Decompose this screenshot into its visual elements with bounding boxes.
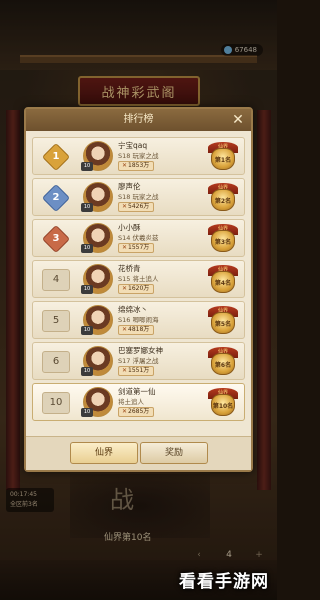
medal-rank: 第4名 [214, 280, 232, 287]
power-badge: ✕4818万 [118, 325, 155, 335]
rank-number: 3 [52, 233, 60, 244]
rank-medal: 仙界 第1名 [208, 142, 238, 172]
modal-title: 排行榜 [26, 109, 251, 131]
player-server: 将土追人 [118, 398, 144, 406]
swords-icon: ✕ [122, 244, 128, 251]
leaderboard-row[interactable]: 1 10 宁宝qaq S18 玩家之战 ✕1853万 仙界 第1名 [32, 137, 245, 175]
player-server: S18 玩家之战 [118, 193, 159, 201]
power-badge: ✕1551万 [118, 366, 155, 376]
leaderboard-modal: 排行榜 ✕ 1 10 宁宝qaq S18 玩家之战 ✕1853万 仙界 第1名 … [24, 107, 253, 472]
medal-rank: 第10名 [212, 403, 234, 410]
avatar-level: 10 [81, 244, 93, 253]
medal-rank: 第3名 [214, 239, 232, 246]
rank-medal: 仙界 第2名 [208, 183, 238, 213]
tab-reward[interactable]: 奖励 [140, 442, 208, 464]
power-value: 4818万 [128, 326, 150, 333]
power-value: 1853万 [128, 162, 150, 169]
modal-footer: 仙界 奖励 [26, 436, 251, 470]
leaderboard-row[interactable]: 5 10 绵绵冰丶 S16 唧唧闹海 ✕4818万 仙界 第5名 [32, 301, 245, 339]
rank-number: 10 [42, 392, 70, 414]
medal-rank: 第2名 [214, 198, 232, 205]
swords-icon: ✕ [122, 408, 128, 415]
swords-icon: ✕ [122, 285, 128, 292]
rank-number: 6 [42, 351, 70, 373]
medal-rank: 第1名 [214, 157, 232, 164]
power-value: 5426万 [128, 203, 150, 210]
power-badge: ✕1620万 [118, 284, 155, 294]
avatar-level: 10 [81, 162, 93, 171]
leaderboard-list: 1 10 宁宝qaq S18 玩家之战 ✕1853万 仙界 第1名 2 10 廖… [32, 137, 245, 424]
player-server: S17 浮屠之战 [118, 357, 159, 365]
leaderboard-row-self[interactable]: 10 10 剑道第一仙 将土追人 ✕2685万 仙界 第10名 [32, 383, 245, 421]
rank-number: 1 [52, 151, 60, 162]
swords-icon: ✕ [122, 162, 128, 169]
power-badge: ✕1853万 [118, 161, 155, 171]
swords-icon: ✕ [122, 367, 128, 374]
power-badge: ✕2685万 [118, 407, 155, 417]
rank-medal: 仙界 第5名 [208, 306, 238, 336]
player-server: S14 伏羲炎兹 [118, 234, 159, 242]
tab-realm[interactable]: 仙界 [70, 442, 138, 464]
rank-number: 4 [42, 269, 70, 291]
medal-rank: 第6名 [214, 362, 232, 369]
site-watermark: 看看手游网 [179, 572, 269, 592]
swords-icon: ✕ [122, 203, 128, 210]
avatar-level: 10 [81, 203, 93, 212]
power-value: 2685万 [128, 408, 150, 415]
power-badge: ✕5426万 [118, 202, 155, 212]
power-value: 1620万 [128, 285, 150, 292]
avatar-level: 10 [81, 285, 93, 294]
rank-number: 2 [52, 192, 60, 203]
rank-medal: 仙界 第6名 [208, 347, 238, 377]
close-button[interactable]: ✕ [229, 111, 247, 129]
leaderboard-row[interactable]: 4 10 花桥青 S15 将土追人 ✕1620万 仙界 第4名 [32, 260, 245, 298]
avatar-level: 10 [81, 367, 93, 376]
rank-number: 5 [42, 310, 70, 332]
avatar-level: 10 [81, 408, 93, 417]
power-value: 1551万 [128, 367, 150, 374]
avatar-level: 10 [81, 326, 93, 335]
swords-icon: ✕ [122, 326, 128, 333]
leaderboard-row[interactable]: 2 10 廖声伦 S18 玩家之战 ✕5426万 仙界 第2名 [32, 178, 245, 216]
rank-medal: 仙界 第4名 [208, 265, 238, 295]
power-badge: ✕1557万 [118, 243, 155, 253]
player-server: S15 将土追人 [118, 275, 159, 283]
rank-medal: 仙界 第3名 [208, 224, 238, 254]
leaderboard-row[interactable]: 3 10 小小酥 S14 伏羲炎兹 ✕1557万 仙界 第3名 [32, 219, 245, 257]
player-server: S16 唧唧闹海 [118, 316, 159, 324]
medal-rank: 第5名 [214, 321, 232, 328]
player-server: S18 玩家之战 [118, 152, 159, 160]
power-value: 1557万 [128, 244, 150, 251]
rank-medal: 仙界 第10名 [208, 388, 238, 418]
leaderboard-row[interactable]: 6 10 巴塞罗娜女神 S17 浮屠之战 ✕1551万 仙界 第6名 [32, 342, 245, 380]
